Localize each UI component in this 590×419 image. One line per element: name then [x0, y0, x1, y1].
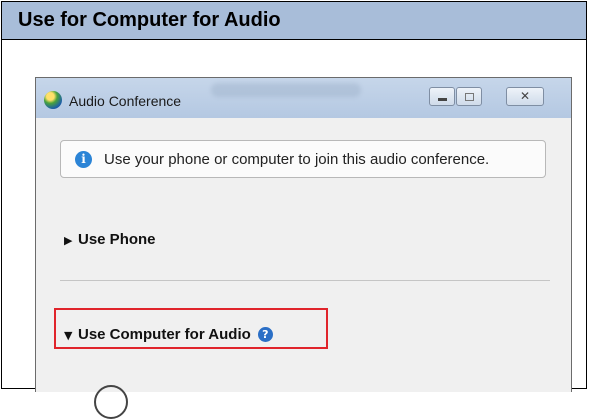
- globe-icon: [44, 91, 62, 109]
- page-title: Use for Computer for Audio: [18, 9, 281, 31]
- blurred-title-text: [211, 83, 361, 97]
- close-button[interactable]: ✕: [506, 87, 544, 106]
- expand-arrow-icon: ▶: [64, 234, 73, 247]
- info-message: Use your phone or computer to join this …: [104, 151, 490, 168]
- header-bar: Use for Computer for Audio: [2, 2, 586, 40]
- audio-conference-window: Audio Conference ✕ i Use your phone or c…: [35, 77, 572, 419]
- minimize-button[interactable]: [429, 87, 455, 106]
- slide-frame: Use for Computer for Audio Audio Confere…: [1, 1, 587, 419]
- window-content: i Use your phone or computer to join thi…: [36, 118, 571, 419]
- use-phone-toggle[interactable]: ▶ Use Phone: [64, 231, 156, 248]
- info-message-box: i Use your phone or computer to join thi…: [60, 140, 546, 178]
- window-titlebar[interactable]: Audio Conference ✕: [36, 78, 571, 118]
- minimize-icon: [438, 98, 447, 101]
- maximize-icon: [465, 93, 474, 101]
- info-icon: i: [75, 151, 92, 168]
- use-phone-label: Use Phone: [78, 231, 156, 248]
- close-icon: ✕: [519, 89, 531, 103]
- highlight-annotation: [54, 308, 328, 349]
- window-title: Audio Conference: [69, 93, 182, 109]
- headset-icon-partial: [94, 385, 128, 419]
- maximize-button[interactable]: [456, 87, 482, 106]
- section-divider: [60, 280, 550, 281]
